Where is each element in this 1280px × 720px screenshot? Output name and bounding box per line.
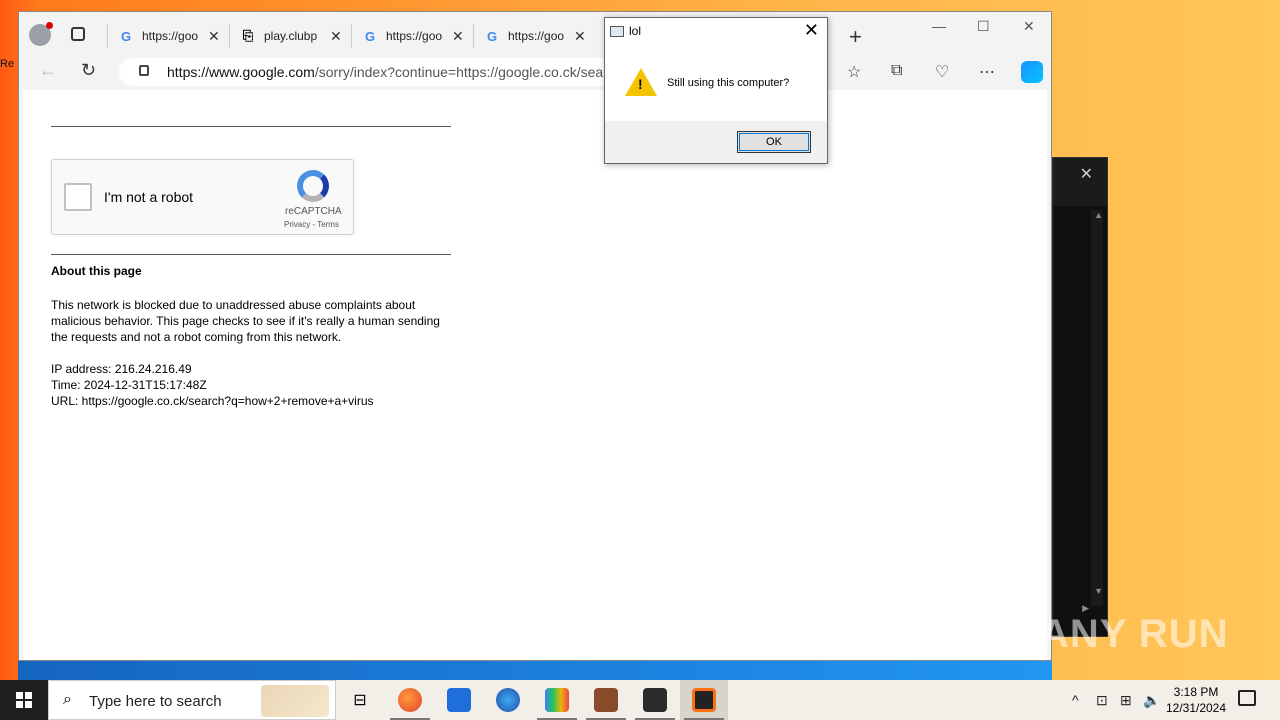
search-placeholder: Type here to search [89,693,222,710]
about-text: This network is blocked due to unaddress… [51,298,440,344]
tab-title: play.clubp [264,29,318,43]
meet-now-icon[interactable]: ⊡ [1096,692,1108,709]
desktop-icon-fragment: Re [0,58,15,70]
tab-title: https://goo [508,29,565,43]
warning-icon: ! [625,68,657,96]
taskbar-edge[interactable] [386,680,434,720]
lock-icon [139,65,149,76]
tab-4[interactable]: G https://goo ✕ [473,24,591,48]
scroll-up-icon[interactable]: ▲ [1094,210,1103,220]
scroll-down-icon[interactable]: ▼ [1094,586,1103,596]
taskbar-search[interactable]: ⌕ Type here to search [48,680,336,720]
browser-window: G https://goo ✕ ⎘ play.clubp ✕ G https:/… [18,11,1052,661]
window-app-icon [692,688,716,712]
firefox-icon [496,688,520,712]
anyrun-watermark: ANY RUN [1040,612,1229,656]
recaptcha-label: I'm not a robot [104,189,194,205]
system-clock[interactable]: 3:18 PM 12/31/2024 [1164,684,1228,716]
close-window-icon[interactable]: ✕ [1023,18,1035,35]
background-window-edge [18,661,1052,680]
time-line: Time: 2024-12-31T15:17:48Z [51,378,207,392]
chevron-up-icon[interactable]: ^ [1072,692,1079,708]
maximize-icon[interactable]: ☐ [977,18,990,35]
minimize-icon[interactable]: — [932,18,946,34]
address-bar-row: ← ↻ https://www.google.com/sorry/index?c… [19,58,1051,88]
back-icon[interactable]: ← [39,60,57,81]
page-content: I'm not a robot reCAPTCHA Privacy - Term… [23,90,1047,660]
google-icon: G [486,28,498,44]
recaptcha-terms-link[interactable]: Privacy - Terms [284,220,339,229]
message-dialog: lol ✕ ! Still using this computer? OK [604,17,828,164]
notification-dot [46,22,53,29]
close-icon[interactable]: ✕ [1080,164,1093,184]
edge-icon [398,688,422,712]
tab-title: https://goo [386,29,443,43]
book-icon [594,688,618,712]
taskbar-app-7[interactable] [680,680,728,720]
tab-strip: G https://goo ✕ ⎘ play.clubp ✕ G https:/… [19,12,1051,58]
google-icon: G [364,28,376,44]
clock-date: 12/31/2024 [1165,701,1227,715]
divider [51,254,451,255]
favorites-icon[interactable]: ☆ [847,62,861,82]
google-icon: G [120,28,132,44]
search-icon: ⌕ [63,691,72,708]
dialog-message: Still using this computer? [667,77,790,89]
close-icon[interactable]: ✕ [574,28,586,45]
more-icon[interactable]: ⋯ [979,62,995,82]
search-highlight-image [261,685,329,717]
app-icon [610,26,624,37]
browser-essentials-icon[interactable]: ♡ [935,62,949,82]
recaptcha-widget: I'm not a robot reCAPTCHA Privacy - Term… [51,159,354,235]
taskbar: ⌕ Type here to search ⊟ ^ ⊡ ⊞ 🔈 3:18 PM … [0,680,1280,720]
taskbar-app-6[interactable] [631,680,679,720]
divider [51,126,451,127]
page-icon: ⎘ [242,28,254,43]
task-view-button[interactable]: ⊟ [336,680,384,720]
tab-title: https://goo [142,29,199,43]
close-icon[interactable]: ✕ [208,28,220,45]
new-tab-icon[interactable]: + [849,24,862,50]
dialog-title: lol [629,24,642,38]
about-title: About this page [51,264,142,278]
tab-actions-icon[interactable] [71,27,85,41]
folder-icon [447,688,471,712]
url-text[interactable]: https://www.google.com/sorry/index?conti… [167,64,607,80]
taskbar-firefox[interactable] [484,680,532,720]
profile-avatar[interactable] [29,22,53,46]
ip-address-line: IP address: 216.24.216.49 [51,362,192,376]
close-icon[interactable]: ✕ [452,28,464,45]
recaptcha-checkbox[interactable] [64,183,92,211]
volume-icon[interactable]: 🔈 [1143,692,1160,709]
tab-3[interactable]: G https://goo ✕ [351,24,469,48]
tab-1[interactable]: G https://goo ✕ [107,24,225,48]
app-icon [545,688,569,712]
taskbar-file-explorer[interactable] [435,680,483,720]
notification-icon[interactable] [1238,690,1256,706]
terminal-icon [643,688,667,712]
close-icon[interactable]: ✕ [804,20,819,41]
refresh-icon[interactable]: ↻ [81,60,96,81]
scrollbar[interactable] [1091,210,1103,606]
windows-icon [16,692,32,708]
url-line: URL: https://google.co.ck/search?q=how+2… [51,394,374,408]
request-details: IP address: 216.24.216.49 Time: 2024-12-… [51,361,374,409]
recaptcha-logo-icon [297,170,329,202]
close-icon[interactable]: ✕ [330,28,342,45]
clock-time: 3:18 PM [1173,685,1219,699]
task-view-icon: ⊟ [353,692,367,709]
network-icon[interactable]: ⊞ [1120,692,1132,709]
background-window-titlebar: ✕ [1053,158,1107,206]
taskbar-app-5[interactable] [582,680,630,720]
background-window: ✕ ▲ ▼ ▶ [1052,157,1108,637]
collections-icon[interactable]: ⧉ [891,62,902,80]
taskbar-app-4[interactable] [533,680,581,720]
copilot-icon[interactable] [1021,61,1043,83]
dialog-footer: OK [605,121,827,163]
tab-2[interactable]: ⎘ play.clubp ✕ [229,24,347,48]
start-button[interactable] [0,680,48,720]
address-bar[interactable]: https://www.google.com/sorry/index?conti… [119,58,619,86]
ok-button[interactable]: OK [737,131,811,153]
recaptcha-brand: reCAPTCHA [285,206,342,217]
